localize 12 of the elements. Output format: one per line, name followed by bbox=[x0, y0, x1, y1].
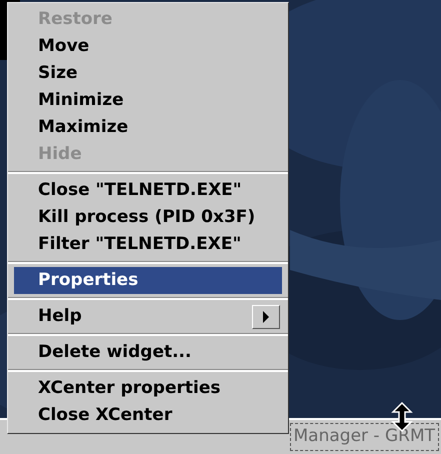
menu-item[interactable]: Kill process (PID 0x3F) bbox=[14, 204, 282, 231]
menu-item[interactable]: Minimize bbox=[14, 87, 282, 114]
menu-item[interactable]: Move bbox=[14, 33, 282, 60]
menu-item[interactable]: Close "TELNETD.EXE" bbox=[14, 177, 282, 204]
menu-item[interactable]: Maximize bbox=[14, 114, 282, 141]
menu-item[interactable]: Help bbox=[14, 303, 282, 330]
menu-item[interactable]: Close XCenter bbox=[14, 402, 282, 429]
menu-item[interactable]: XCenter properties bbox=[14, 375, 282, 402]
menu-item[interactable]: Filter "TELNETD.EXE" bbox=[14, 231, 282, 258]
menu-item[interactable]: Size bbox=[14, 60, 282, 87]
menu-item[interactable]: Delete widget... bbox=[14, 339, 282, 366]
menu-item[interactable]: Properties bbox=[14, 267, 282, 294]
